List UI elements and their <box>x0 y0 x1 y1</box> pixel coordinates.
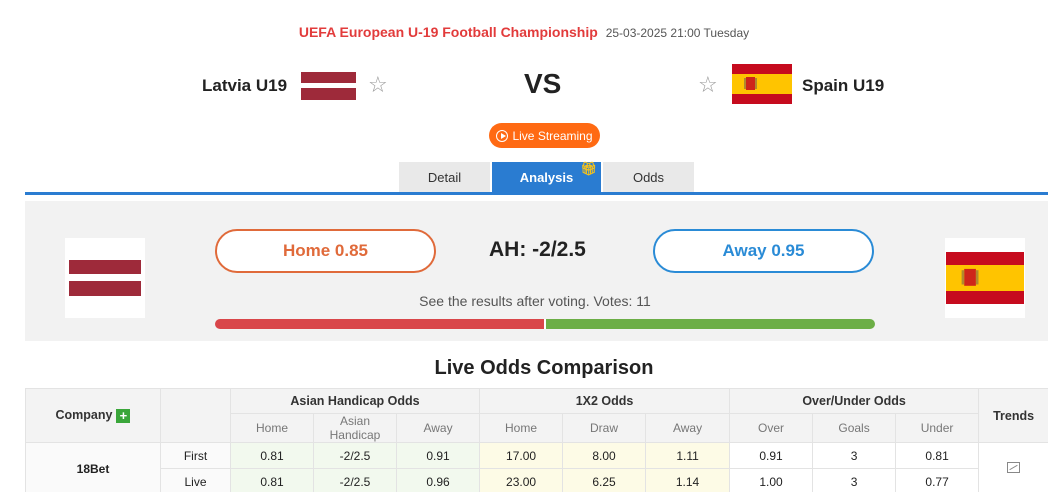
odds-cell: -2/2.5 <box>313 442 397 469</box>
subheader-ou-over: Over <box>729 413 814 443</box>
odds-cell: 17.00 <box>479 442 564 469</box>
odds-cell: 0.77 <box>895 468 980 492</box>
odds-cell: 3 <box>812 442 897 469</box>
group-header-1x2: 1X2 Odds <box>479 388 731 414</box>
favorite-home-star-icon[interactable]: ☆ <box>368 72 388 98</box>
play-circle-icon <box>496 129 509 142</box>
vote-home-share <box>215 319 544 329</box>
gift-icon: 🎁︎ <box>580 161 597 176</box>
subheader-1x2-away: Away <box>645 413 731 443</box>
odds-cell: 1.14 <box>645 468 731 492</box>
odds-cell: 0.96 <box>395 468 481 492</box>
company-name[interactable]: 18Bet <box>25 442 161 492</box>
tab-analysis-label: Analysis <box>519 169 574 185</box>
odds-cell: 23.00 <box>479 468 564 492</box>
live-streaming-label: Live Streaming <box>512 128 593 143</box>
latvia-flag-icon <box>69 260 141 296</box>
subheader-1x2-draw: Draw <box>562 413 647 443</box>
odds-cell: 8.00 <box>562 442 647 469</box>
match-title-row: UEFA European U-19 Football Championship… <box>0 24 1048 40</box>
tab-detail[interactable]: Detail <box>399 162 490 192</box>
odds-cell: 1.11 <box>645 442 731 469</box>
match-datetime: 25-03-2025 21:00 Tuesday <box>605 26 750 40</box>
company-header-label: Company <box>55 408 113 423</box>
odds-cell: 0.81 <box>230 442 314 469</box>
group-header-overunder: Over/Under Odds <box>729 388 980 414</box>
trend-chart-icon[interactable] <box>1007 461 1021 473</box>
subheader-ah-home: Home <box>230 413 314 443</box>
away-team-name[interactable]: Spain U19 <box>802 76 884 96</box>
odds-cell: 0.91 <box>729 442 814 469</box>
asian-handicap-label: AH: -2/2.5 <box>489 238 586 261</box>
home-team-name[interactable]: Latvia U19 <box>202 76 287 96</box>
tab-odds[interactable]: Odds <box>603 162 694 192</box>
vote-home-button[interactable]: Home 0.85 <box>215 229 436 273</box>
tab-analysis[interactable]: Analysis 🎁︎ <box>492 161 601 192</box>
latvia-flag-icon <box>301 72 356 100</box>
competition-link[interactable]: UEFA European U-19 Football Championship <box>299 24 598 40</box>
odds-cell: 0.81 <box>230 468 314 492</box>
company-header: Company + <box>25 388 161 443</box>
trends-header: Trends <box>978 388 1048 443</box>
vote-result-bar <box>215 319 875 329</box>
row-type: First <box>160 442 231 469</box>
subheader-1x2-home: Home <box>479 413 564 443</box>
odds-cell: -2/2.5 <box>313 468 397 492</box>
favorite-away-star-icon[interactable]: ☆ <box>698 72 718 98</box>
tab-underline <box>25 192 1048 195</box>
odds-cell: 1.00 <box>729 468 814 492</box>
subheader-ah-away: Away <box>395 413 481 443</box>
odds-table: Company + Asian Handicap Odds 1X2 Odds Ov… <box>25 388 1048 492</box>
trend-cell[interactable] <box>978 442 1048 492</box>
odds-cell: 0.91 <box>395 442 481 469</box>
row-type: Live <box>160 468 231 492</box>
vs-label: VS <box>524 68 562 99</box>
live-streaming-button[interactable]: Live Streaming <box>489 123 600 148</box>
odds-cell: 3 <box>812 468 897 492</box>
tab-bar: Detail Analysis 🎁︎ Odds <box>399 161 696 192</box>
vote-note: See the results after voting. Votes: 11 <box>419 293 651 309</box>
group-header-asian: Asian Handicap Odds <box>229 388 481 414</box>
subheader-ou-goals: Goals <box>812 413 897 443</box>
odds-comparison-title: Live Odds Comparison <box>434 357 654 379</box>
odds-cell: 0.81 <box>895 442 980 469</box>
subheader-ah-handicap: Asian Handicap <box>313 413 397 443</box>
plus-icon[interactable]: + <box>116 408 131 423</box>
vote-away-button[interactable]: Away 0.95 <box>653 229 874 273</box>
subheader-ou-under: Under <box>895 413 980 443</box>
table-row: Live 0.81 -2/2.5 0.96 23.00 6.25 1.14 1.… <box>26 468 1048 492</box>
odds-cell: 6.25 <box>562 468 647 492</box>
vote-away-share <box>546 319 875 329</box>
type-header <box>160 388 231 443</box>
table-row: 18Bet First 0.81 -2/2.5 0.91 17.00 8.00 … <box>25 442 1048 492</box>
spain-flag-icon <box>732 64 792 104</box>
match-header: UEFA European U-19 Football Championship… <box>0 0 1048 192</box>
